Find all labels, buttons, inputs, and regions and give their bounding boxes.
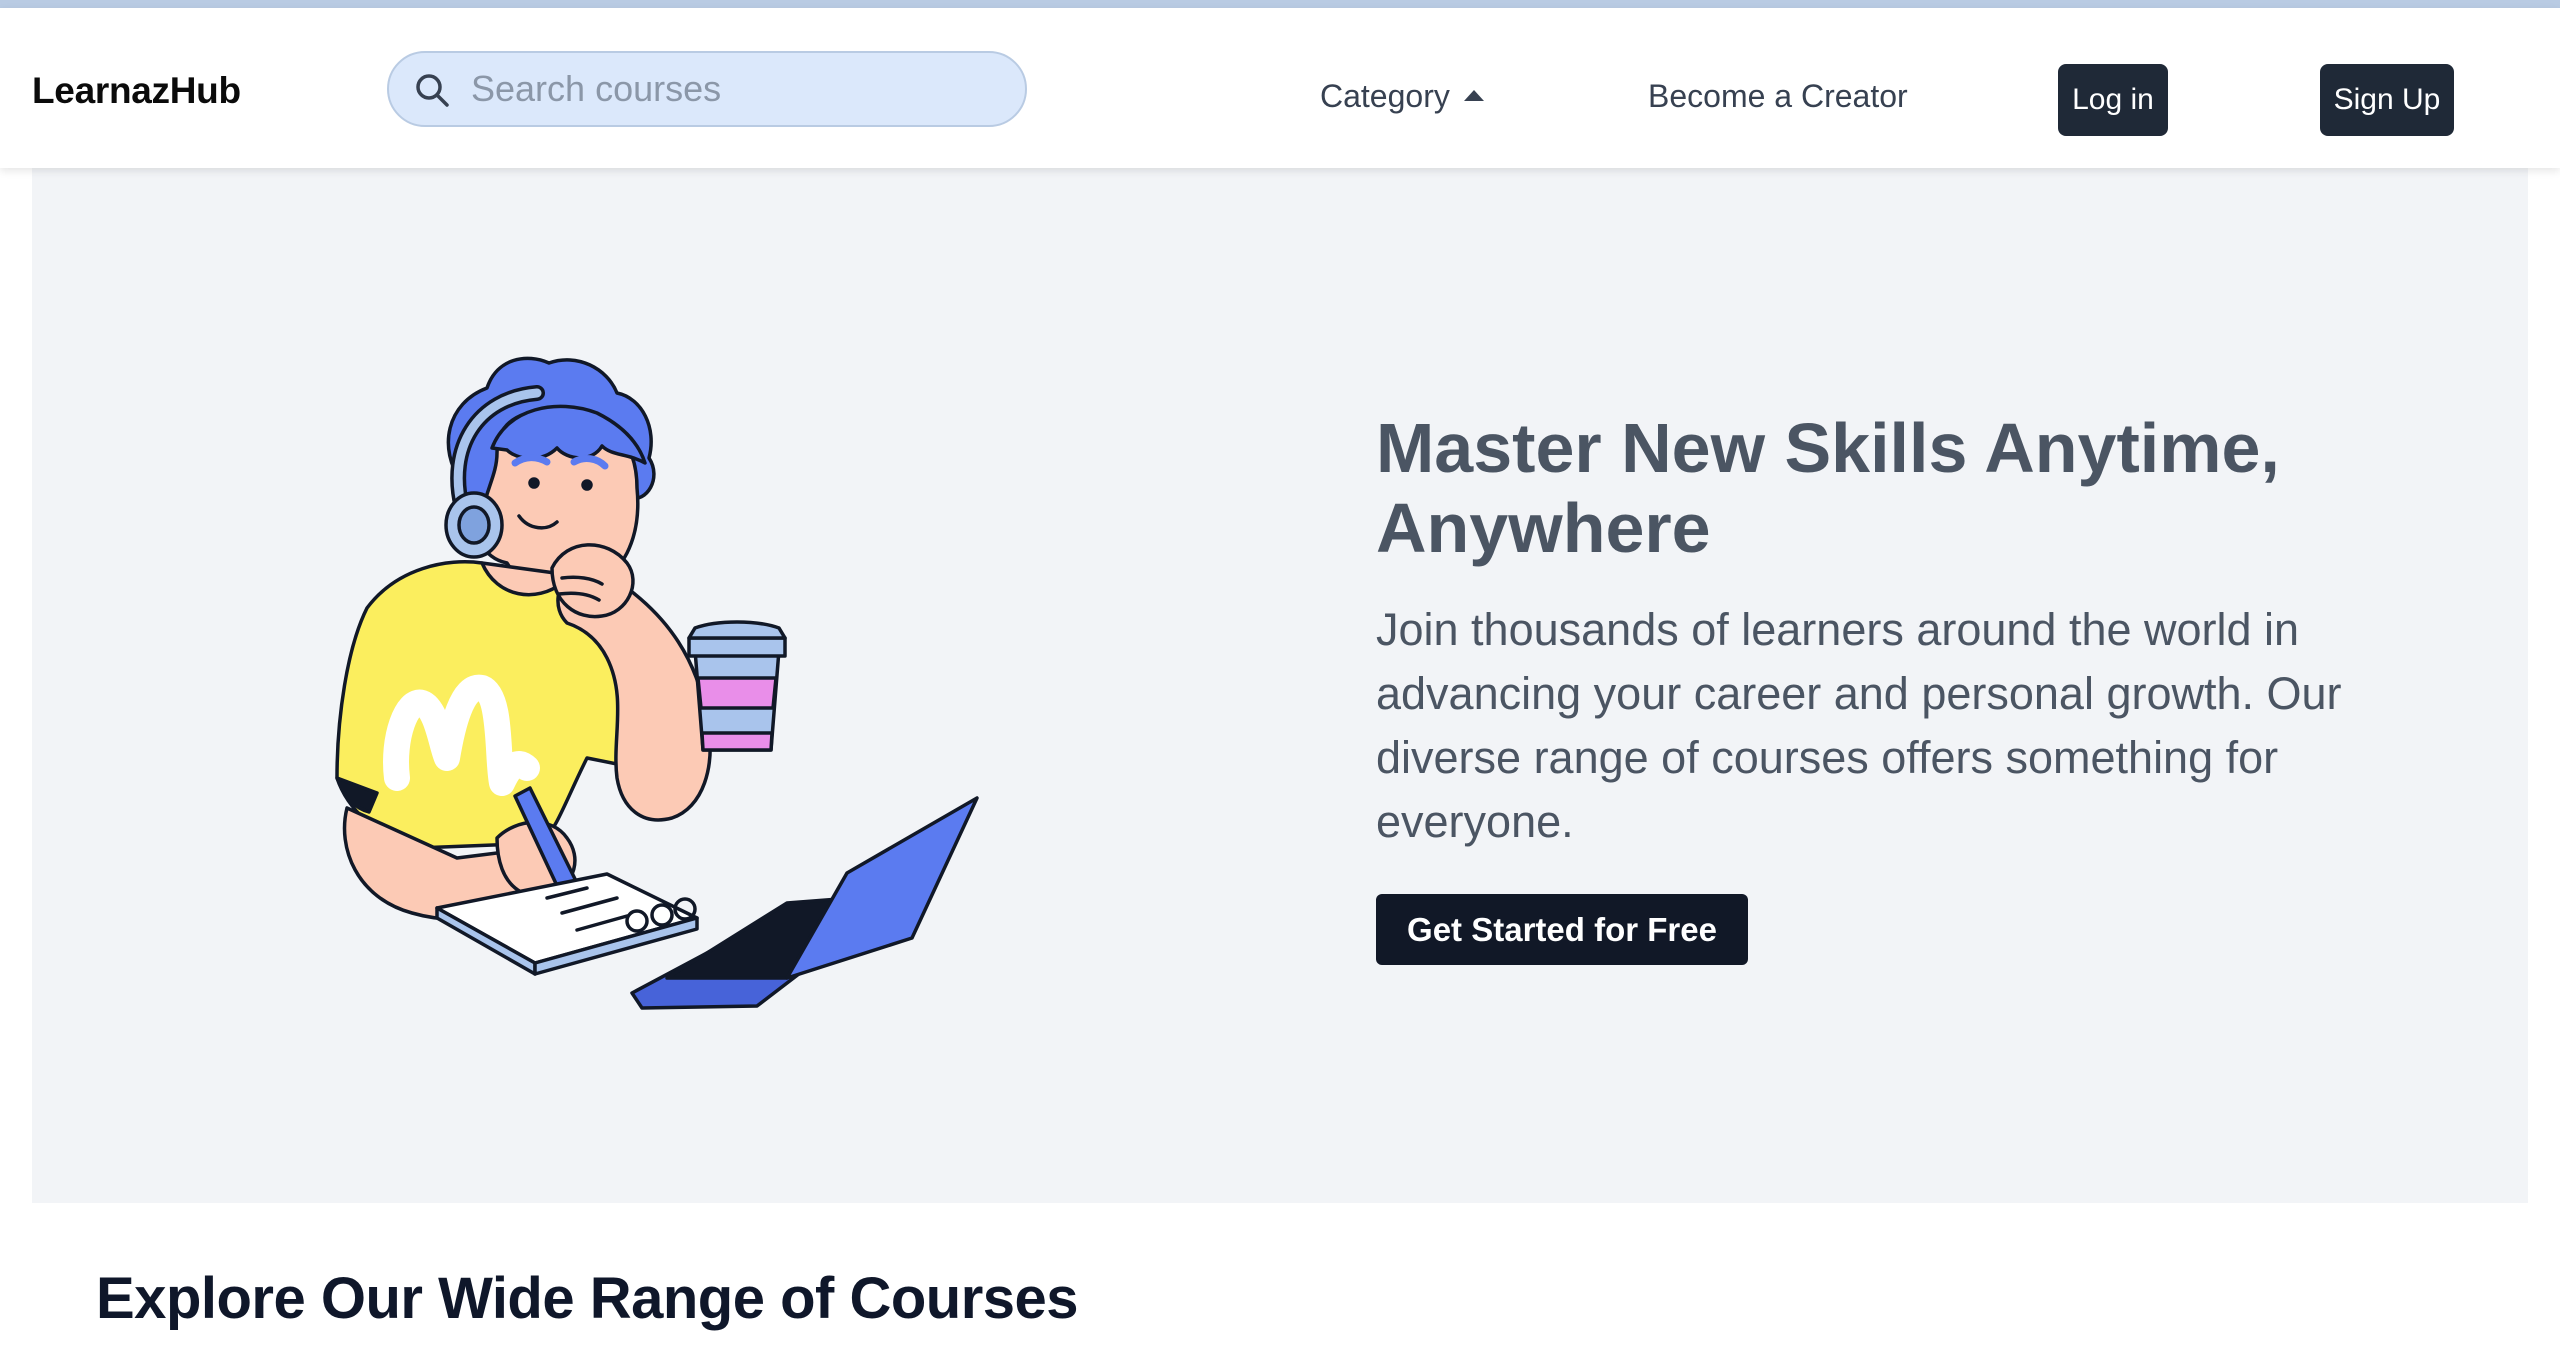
search-icon: [416, 74, 449, 107]
signup-button[interactable]: Sign Up: [2320, 64, 2454, 136]
brand-logo[interactable]: LearnazHub: [32, 70, 241, 112]
search-input[interactable]: [469, 61, 999, 117]
hero-section: Master New Skills Anytime, Anywhere Join…: [32, 168, 2528, 1203]
browser-top-strip: [0, 0, 2560, 8]
caret-up-icon: [1463, 90, 1484, 101]
navbar: LearnazHub Category Become a Creator Log…: [0, 8, 2560, 168]
search-bar[interactable]: [387, 51, 1027, 127]
get-started-button[interactable]: Get Started for Free: [1376, 894, 1748, 965]
hero-description: Join thousands of learners around the wo…: [1376, 604, 2342, 847]
become-creator-link[interactable]: Become a Creator: [1648, 78, 1908, 115]
student-studying-illustration: [335, 356, 979, 1010]
category-label: Category: [1320, 78, 1450, 114]
courses-section-title: Explore Our Wide Range of Courses: [96, 1266, 1079, 1331]
category-dropdown[interactable]: Category: [1320, 78, 1484, 115]
login-button[interactable]: Log in: [2058, 64, 2168, 136]
hero-title: Master New Skills Anytime, Anywhere: [1376, 409, 2280, 567]
